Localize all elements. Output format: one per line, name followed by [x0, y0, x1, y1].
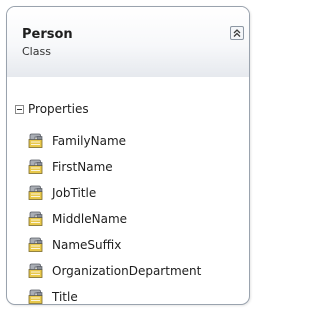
property-name: FirstName — [52, 160, 113, 174]
property-icon — [28, 289, 43, 304]
class-header: Person Class — [7, 7, 249, 77]
class-stereotype: Class — [22, 45, 51, 58]
property-icon — [28, 263, 43, 278]
double-chevron-up-icon — [233, 29, 241, 37]
property-name: MiddleName — [52, 212, 128, 226]
property-icon — [28, 185, 43, 200]
collapse-minus-icon[interactable] — [15, 104, 24, 114]
property-name: Title — [52, 290, 78, 304]
class-shape-person[interactable]: Person Class Properties FamilyName First… — [6, 6, 250, 305]
collapse-button[interactable] — [230, 26, 244, 40]
property-name: JobTitle — [52, 186, 97, 200]
property-name: FamilyName — [52, 134, 127, 148]
property-name: OrganizationDepartment — [52, 264, 202, 278]
compartment-label: Properties — [28, 102, 89, 116]
property-icon — [28, 133, 43, 148]
property-name: NameSuffix — [52, 238, 122, 252]
property-item-organizationdepartment[interactable]: OrganizationDepartment — [27, 258, 201, 284]
property-icon — [28, 159, 43, 174]
property-item-middlename[interactable]: MiddleName — [27, 206, 201, 232]
property-item-firstname[interactable]: FirstName — [27, 154, 201, 180]
property-item-jobtitle[interactable]: JobTitle — [27, 180, 201, 206]
property-icon — [28, 211, 43, 226]
property-item-title[interactable]: Title — [27, 284, 201, 310]
property-item-familyname[interactable]: FamilyName — [27, 128, 201, 154]
properties-compartment-header[interactable]: Properties — [15, 101, 89, 117]
class-title: Person — [22, 27, 73, 42]
property-item-namesuffix[interactable]: NameSuffix — [27, 232, 201, 258]
property-icon — [28, 237, 43, 252]
properties-list: FamilyName FirstName JobTitle MiddleName — [27, 128, 201, 310]
